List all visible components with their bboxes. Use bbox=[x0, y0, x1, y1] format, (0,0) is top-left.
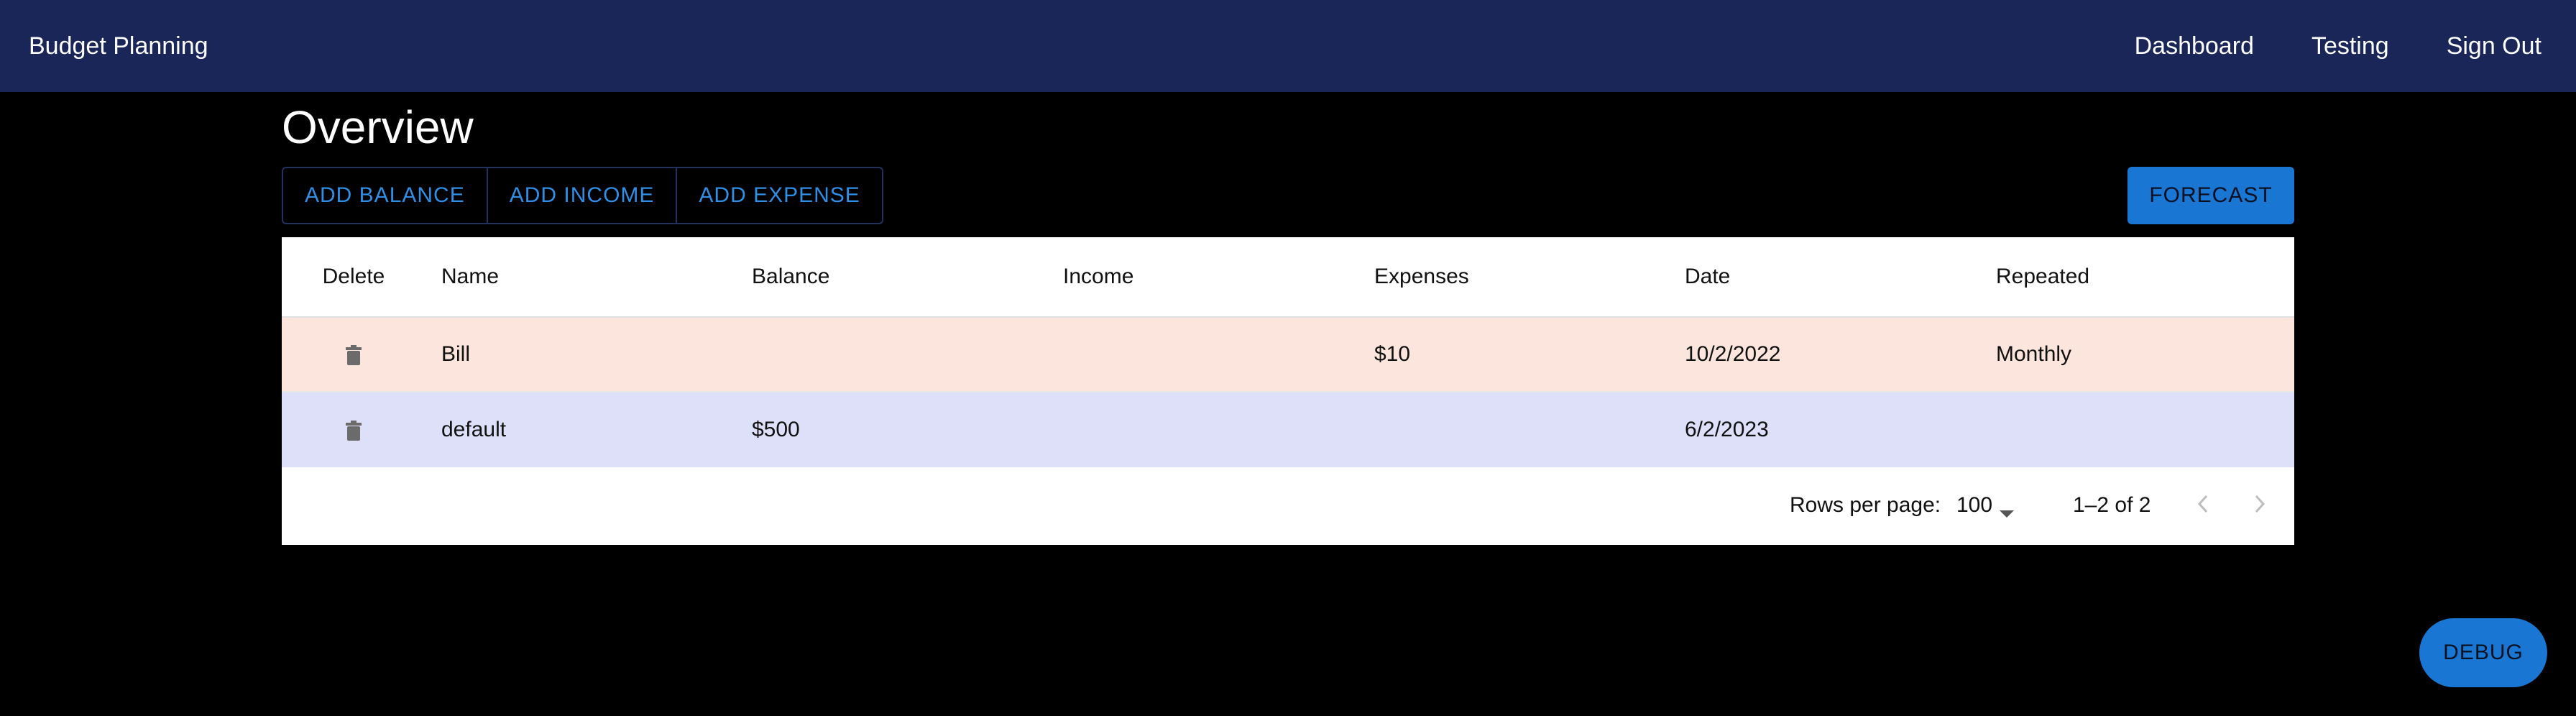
cell-expenses: $10 bbox=[1374, 342, 1411, 366]
trash-icon[interactable] bbox=[346, 345, 362, 366]
rows-per-page-label: Rows per page: bbox=[1790, 493, 1941, 517]
column-header-repeated[interactable]: Repeated bbox=[1996, 265, 2089, 289]
budget-table: Delete Name Balance Income Expenses Date… bbox=[282, 237, 2294, 545]
cell-repeated: Monthly bbox=[1996, 342, 2072, 366]
cell-date: 10/2/2022 bbox=[1685, 342, 1781, 366]
column-header-delete: Delete bbox=[322, 265, 385, 288]
page-title: Overview bbox=[282, 101, 474, 153]
chevron-right-icon[interactable] bbox=[2254, 495, 2266, 519]
top-nav: Dashboard Testing Sign Out bbox=[2106, 0, 2542, 92]
column-header-balance[interactable]: Balance bbox=[752, 265, 829, 289]
nav-sign-out-link[interactable]: Sign Out bbox=[2418, 32, 2542, 60]
caret-down-icon[interactable] bbox=[2000, 500, 2014, 525]
cell-balance: $500 bbox=[752, 418, 800, 441]
debug-button[interactable]: DEBUG bbox=[2419, 618, 2547, 687]
table-row[interactable]: Bill $10 10/2/2022 Monthly bbox=[282, 318, 2294, 393]
add-income-button[interactable]: ADD INCOME bbox=[488, 168, 678, 223]
table-pagination: Rows per page: 100 1–2 of 2 bbox=[282, 467, 2294, 545]
rows-per-page-select[interactable]: 100 bbox=[1956, 493, 1992, 518]
app-title: Budget Planning bbox=[29, 32, 208, 60]
add-button-group: ADD BALANCE ADD INCOME ADD EXPENSE bbox=[282, 167, 883, 224]
nav-dashboard-link[interactable]: Dashboard bbox=[2106, 32, 2283, 60]
cell-name: default bbox=[441, 418, 507, 441]
app-bar: Budget Planning Dashboard Testing Sign O… bbox=[0, 0, 2576, 92]
column-header-date[interactable]: Date bbox=[1685, 265, 1730, 289]
table-row[interactable]: default $500 6/2/2023 bbox=[282, 393, 2294, 467]
trash-icon[interactable] bbox=[346, 421, 362, 441]
nav-testing-link[interactable]: Testing bbox=[2283, 32, 2418, 60]
cell-date: 6/2/2023 bbox=[1685, 418, 1769, 441]
column-header-expenses[interactable]: Expenses bbox=[1374, 265, 1469, 289]
add-expense-button[interactable]: ADD EXPENSE bbox=[677, 168, 881, 223]
column-header-name[interactable]: Name bbox=[441, 265, 499, 289]
add-balance-button[interactable]: ADD BALANCE bbox=[283, 168, 488, 223]
delete-button[interactable] bbox=[282, 342, 426, 367]
forecast-button[interactable]: FORECAST bbox=[2128, 167, 2294, 224]
pagination-range: 1–2 of 2 bbox=[2073, 493, 2151, 517]
column-header-income[interactable]: Income bbox=[1063, 265, 1133, 289]
delete-button[interactable] bbox=[282, 418, 426, 442]
chevron-left-icon[interactable] bbox=[2197, 495, 2209, 519]
table-header-row: Delete Name Balance Income Expenses Date… bbox=[282, 237, 2294, 318]
cell-name: Bill bbox=[441, 342, 471, 366]
